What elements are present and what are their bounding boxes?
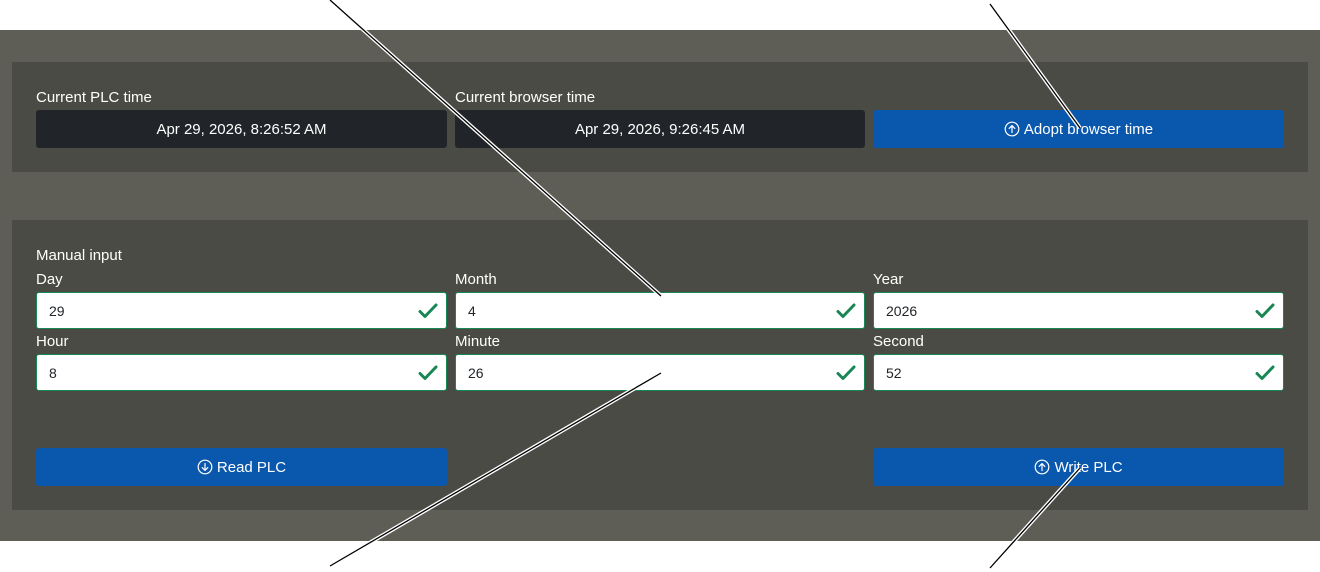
day-value: 29: [49, 303, 65, 319]
check-icon: [836, 365, 856, 380]
month-label: Month: [455, 271, 497, 288]
minute-input[interactable]: 26: [455, 354, 865, 391]
plc-time-value: Apr 29, 2026, 8:26:52 AM: [156, 120, 327, 138]
year-input[interactable]: 2026: [873, 292, 1284, 329]
time-panel: Current PLC time Current browser time Ap…: [12, 62, 1308, 172]
month-input[interactable]: 4: [455, 292, 865, 329]
day-label: Day: [36, 271, 63, 288]
browser-time-label: Current browser time: [455, 89, 596, 106]
hour-input[interactable]: 8: [36, 354, 447, 391]
check-icon: [1255, 365, 1275, 380]
browser-time-display: Apr 29, 2026, 9:26:45 AM: [455, 110, 865, 148]
check-icon: [1255, 303, 1275, 318]
arrow-up-circle-icon: [1034, 459, 1050, 475]
check-icon: [418, 365, 438, 380]
hour-value: 8: [49, 365, 57, 381]
read-plc-label: Read PLC: [216, 458, 287, 476]
day-input[interactable]: 29: [36, 292, 447, 329]
month-value: 4: [468, 303, 476, 319]
check-icon: [418, 303, 438, 318]
hour-label: Hour: [36, 333, 69, 350]
browser-time-value: Apr 29, 2026, 9:26:45 AM: [574, 120, 746, 138]
adopt-browser-time-button[interactable]: Adopt browser time: [873, 110, 1284, 148]
manual-input-title: Manual input: [36, 247, 122, 264]
minute-label: Minute: [455, 333, 501, 350]
read-plc-button[interactable]: Read PLC: [36, 448, 447, 486]
second-value: 52: [886, 365, 902, 381]
year-value: 2026: [886, 303, 918, 319]
minute-value: 26: [468, 365, 484, 381]
manual-input-panel: Manual input Day Month Year 29 4 2026 Ho…: [12, 220, 1308, 510]
second-label: Second: [873, 333, 924, 350]
arrow-up-circle-icon: [1004, 121, 1020, 137]
write-plc-button[interactable]: Write PLC: [873, 448, 1284, 486]
second-input[interactable]: 52: [873, 354, 1284, 391]
arrow-down-circle-icon: [197, 459, 213, 475]
plc-time-label: Current PLC time: [36, 89, 152, 106]
year-label: Year: [873, 271, 904, 288]
check-icon: [836, 303, 856, 318]
write-plc-label: Write PLC: [1054, 458, 1123, 476]
plc-time-display: Apr 29, 2026, 8:26:52 AM: [36, 110, 447, 148]
adopt-browser-time-label: Adopt browser time: [1023, 120, 1154, 138]
